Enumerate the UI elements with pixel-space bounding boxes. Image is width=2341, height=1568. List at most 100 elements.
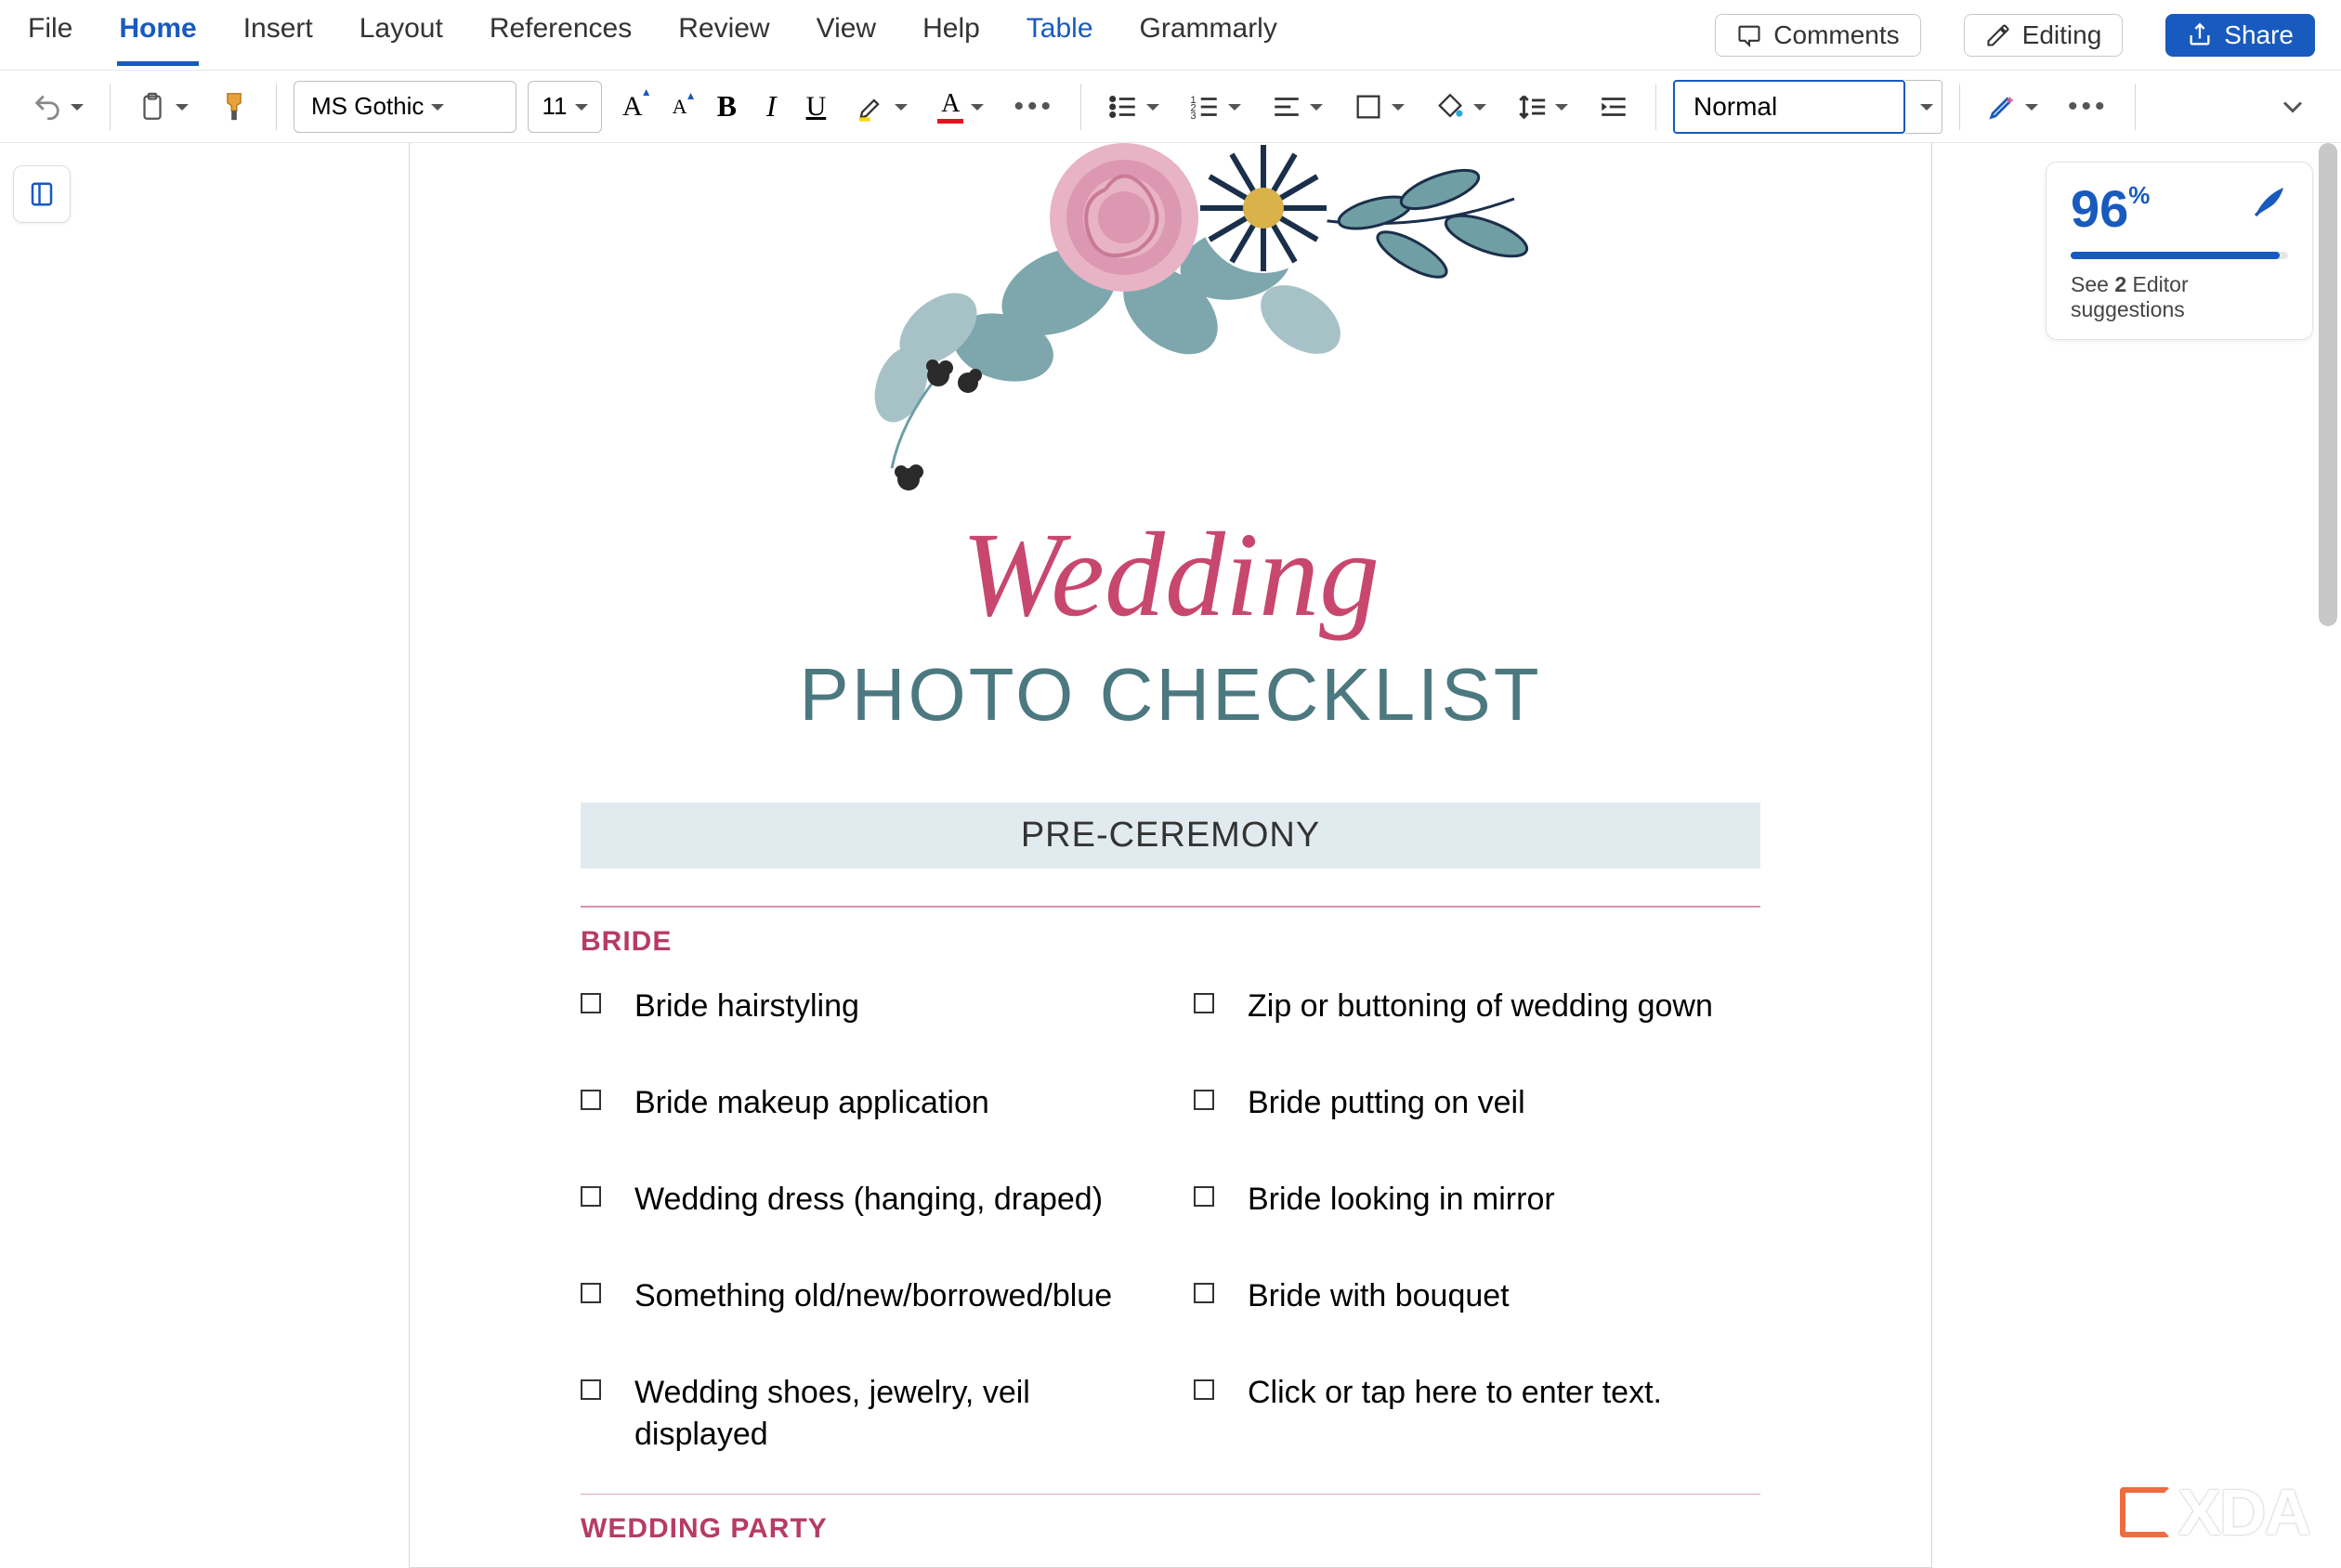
underline-button[interactable]: U (797, 81, 836, 133)
font-family-value: MS Gothic (311, 92, 424, 121)
indent-button[interactable] (1589, 81, 1639, 133)
tab-references[interactable]: References (488, 4, 634, 66)
bride-checklist: Bride hairstyling Bride makeup applicati… (581, 986, 1760, 1457)
format-painter-button[interactable] (209, 81, 259, 133)
floral-illustration (706, 143, 1635, 496)
tab-view[interactable]: View (815, 4, 878, 66)
editor-progress (2071, 252, 2288, 259)
font-size-select[interactable]: 11 (528, 81, 602, 133)
style-value: Normal (1694, 92, 1777, 122)
check-item[interactable]: Wedding dress (hanging, draped) (581, 1179, 1147, 1222)
grow-font-button[interactable]: A▲ (613, 81, 652, 133)
font-size-value: 11 (543, 92, 568, 121)
borders-button[interactable] (1343, 81, 1414, 133)
style-select[interactable]: Normal (1673, 80, 1905, 134)
document-page[interactable]: Wedding PHOTO CHECKLIST PRE-CEREMONY BRI… (409, 143, 1932, 1568)
check-item[interactable]: Bride putting on veil (1194, 1082, 1760, 1125)
chevron-down-icon (2276, 90, 2309, 124)
pencil-icon (1985, 22, 2011, 48)
numbering-icon: 123 (1189, 91, 1221, 123)
pen-sparkle-icon (1986, 91, 2018, 123)
checkbox-icon[interactable] (1194, 1283, 1214, 1303)
checkbox-icon[interactable] (1194, 1090, 1214, 1110)
checkbox-icon[interactable] (581, 1379, 601, 1400)
checkbox-icon[interactable] (581, 1283, 601, 1303)
ribbon-more-button[interactable]: ••• (2059, 81, 2118, 133)
style-dropdown[interactable] (1905, 80, 1942, 134)
quill-icon (2251, 183, 2288, 220)
align-left-icon (1271, 91, 1302, 123)
share-button[interactable]: Share (2165, 14, 2315, 57)
indent-icon (1598, 91, 1629, 123)
tab-help[interactable]: Help (921, 4, 982, 66)
check-item[interactable]: Zip or buttoning of wedding gown (1194, 986, 1760, 1028)
tab-home[interactable]: Home (117, 4, 198, 66)
checkbox-icon[interactable] (581, 1186, 601, 1207)
tab-insert[interactable]: Insert (242, 4, 315, 66)
vertical-scrollbar[interactable] (2319, 143, 2337, 626)
more-font-button[interactable]: ••• (1004, 81, 1064, 133)
undo-button[interactable] (22, 81, 93, 133)
font-color-button[interactable]: A (928, 81, 993, 133)
tab-table[interactable]: Table (1025, 4, 1095, 66)
line-spacing-icon (1516, 91, 1548, 123)
navigation-pane-toggle[interactable] (13, 165, 71, 223)
check-item[interactable]: Something old/new/borrowed/blue (581, 1275, 1147, 1318)
highlighter-icon (856, 91, 887, 123)
ribbon: MS Gothic 11 A▲ A▲ B I U A ••• 123 (0, 71, 2341, 143)
align-button[interactable] (1262, 81, 1332, 133)
check-item[interactable]: Bride with bouquet (1194, 1275, 1760, 1318)
check-item[interactable]: Wedding shoes, jewelry, veil displayed (581, 1372, 1147, 1457)
editor-hint[interactable]: See 2 Editor suggestions (2071, 272, 2288, 322)
divider (581, 1494, 1760, 1495)
tab-layout[interactable]: Layout (358, 4, 445, 66)
undo-icon (32, 91, 63, 123)
check-item[interactable]: Bride looking in mirror (1194, 1179, 1760, 1222)
checkbox-icon[interactable] (581, 993, 601, 1013)
tab-file[interactable]: File (26, 4, 74, 66)
pages-icon (28, 180, 56, 208)
designer-button[interactable] (1977, 81, 2047, 133)
font-family-select[interactable]: MS Gothic (294, 81, 517, 133)
xda-logo-icon (2120, 1487, 2170, 1537)
editing-mode-button[interactable]: Editing (1964, 14, 2124, 57)
comment-icon (1736, 22, 1762, 48)
highlight-button[interactable] (846, 81, 917, 133)
check-item[interactable]: Click or tap here to enter text. (1194, 1372, 1760, 1415)
editing-label: Editing (2022, 20, 2102, 50)
bullets-button[interactable] (1098, 81, 1169, 133)
checkbox-icon[interactable] (1194, 993, 1214, 1013)
doc-subtitle: PHOTO CHECKLIST (581, 652, 1760, 738)
line-spacing-button[interactable] (1507, 81, 1577, 133)
editor-score-panel[interactable]: 96% See 2 Editor suggestions (2046, 162, 2313, 340)
borders-icon (1353, 91, 1384, 123)
checkbox-icon[interactable] (1194, 1379, 1214, 1400)
tab-grammarly[interactable]: Grammarly (1138, 4, 1279, 66)
paste-button[interactable] (127, 81, 198, 133)
check-item[interactable]: Bride hairstyling (581, 986, 1147, 1028)
section-preceremony: PRE-CEREMONY (581, 803, 1760, 869)
shrink-font-button[interactable]: A▲ (663, 81, 697, 133)
numbering-button[interactable]: 123 (1180, 81, 1250, 133)
svg-text:3: 3 (1190, 110, 1196, 121)
clipboard-icon (137, 91, 168, 123)
shading-button[interactable] (1425, 81, 1496, 133)
share-label: Share (2224, 20, 2294, 50)
divider (581, 906, 1760, 908)
tab-review[interactable]: Review (676, 4, 771, 66)
comments-button[interactable]: Comments (1715, 14, 1920, 57)
bold-button[interactable]: B (708, 81, 746, 133)
ribbon-expand-button[interactable] (2267, 81, 2319, 133)
comments-label: Comments (1773, 20, 1899, 50)
checkbox-icon[interactable] (1194, 1186, 1214, 1207)
menu-bar: File Home Insert Layout References Revie… (0, 0, 2341, 71)
checkbox-icon[interactable] (581, 1090, 601, 1110)
editor-score: 96% (2071, 183, 2150, 235)
xda-watermark: XDA (2120, 1475, 2309, 1549)
bullets-icon (1107, 91, 1139, 123)
check-item[interactable]: Bride makeup application (581, 1082, 1147, 1125)
group-wedding-party: WEDDING PARTY (581, 1513, 1760, 1545)
workspace: 96% See 2 Editor suggestions (0, 143, 2341, 1568)
group-bride: BRIDE (581, 926, 1760, 958)
italic-button[interactable]: I (757, 81, 786, 133)
